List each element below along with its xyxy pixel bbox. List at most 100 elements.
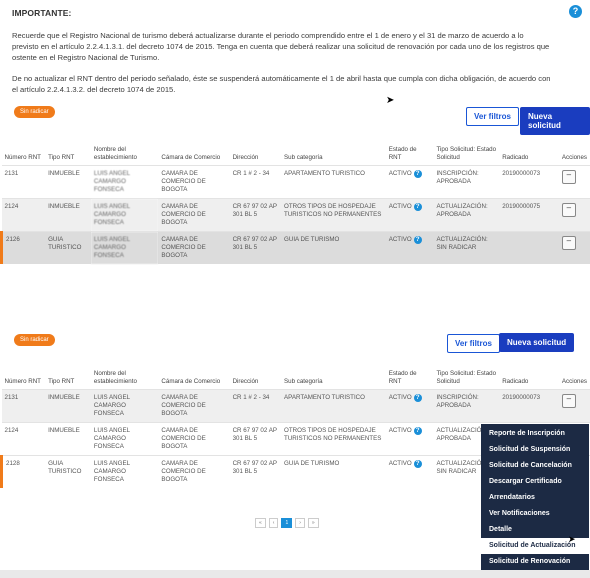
menu-item-arrendatarios[interactable]: Arrendatarios: [481, 490, 589, 506]
col-header: Número RNT: [4, 378, 41, 385]
cell-direccion: CR 67 97 02 AP 301 BL 5: [229, 198, 282, 232]
col-header: Estado de RNT: [388, 146, 417, 161]
cell-direccion: CR 1 # 2 - 34: [229, 389, 282, 423]
col-header: Cámara de Comercio: [161, 378, 221, 385]
notice-paragraph-2: De no actualizar el RNT dentro del perio…: [12, 74, 551, 94]
new-request-button[interactable]: Nueva solicitud: [520, 107, 590, 135]
cell-subcategoria: GUIA DE TURISMO: [281, 455, 386, 488]
cell-tipo: INMUEBLE: [45, 198, 91, 232]
info-icon[interactable]: ?: [413, 203, 422, 211]
last-page-button[interactable]: »: [307, 518, 319, 528]
cell-rnt: 2128: [0, 455, 46, 488]
cell-camara: CAMARA DE COMERCIO DE BOGOTA: [158, 231, 230, 264]
info-icon[interactable]: ?: [413, 236, 422, 244]
cell-tipo: INMUEBLE: [45, 165, 91, 199]
menu-item-ver-notificaciones[interactable]: Ver Notificaciones: [481, 506, 589, 522]
cell-radicado: 20190000073: [499, 389, 559, 423]
col-header: Radicado: [502, 154, 529, 161]
cell-subcategoria: OTROS TIPOS DE HOSPEDAJE TURISTICOS NO P…: [281, 422, 386, 456]
col-header: Sub categoría: [284, 154, 323, 161]
help-icon[interactable]: ?: [569, 5, 582, 18]
cell-tipo: GUIA TURISTICO: [45, 455, 91, 488]
cell-estado: ACTIVO?: [385, 231, 434, 264]
cell-radicado: 20190000073: [499, 165, 559, 199]
cell-camara: CAMARA DE COMERCIO DE BOGOTA: [158, 165, 230, 199]
cell-nombre: LUIS ANGEL CAMARGO FONSECA: [90, 389, 159, 423]
new-request-button[interactable]: Nueva solicitud: [499, 333, 575, 352]
mouse-pointer-icon: ➤: [568, 534, 576, 544]
info-icon[interactable]: ?: [413, 394, 422, 402]
col-header: Tipo RNT: [48, 154, 75, 161]
col-header: Estado de RNT: [388, 370, 417, 385]
next-page-button[interactable]: ›: [295, 518, 305, 528]
notice-paragraph-1: Recuerde que el Registro Nacional de tur…: [12, 31, 550, 62]
actions-button[interactable]: –: [561, 394, 576, 408]
col-header: Sub categoría: [284, 378, 323, 385]
actions-button[interactable]: –: [561, 203, 576, 217]
col-header: Radicado: [502, 378, 529, 385]
cell-nombre: LUIS ANGEL CAMARGO FONSECA: [90, 455, 159, 488]
cell-acciones: –: [558, 165, 590, 199]
filters-button[interactable]: Ver filtros: [447, 334, 500, 353]
col-header: Nombre del establecimiento: [93, 146, 137, 161]
status-badge[interactable]: Sin radicar: [14, 334, 55, 346]
cell-direccion: CR 67 97 02 AP 301 BL 5: [229, 231, 282, 264]
filters-button[interactable]: Ver filtros: [466, 107, 519, 126]
col-header: Número RNT: [4, 154, 41, 161]
menu-item-solicitud-renovacion[interactable]: Solicitud de Renovación: [481, 554, 589, 570]
first-page-button[interactable]: «: [255, 518, 266, 528]
cell-rnt: 2126: [0, 231, 46, 264]
cell-estado: ACTIVO?: [385, 455, 434, 488]
info-icon[interactable]: ?: [413, 170, 422, 178]
cell-tipo: INMUEBLE: [45, 389, 91, 423]
table-row: 2124 INMUEBLE LUIS ANGEL CAMARGO FONSECA…: [1, 198, 590, 232]
cell-camara: CAMARA DE COMERCIO DE BOGOTA: [158, 422, 230, 456]
cell-radicado: 20190000075: [499, 198, 559, 232]
cell-estado: ACTIVO?: [385, 389, 434, 423]
col-header: Acciones: [561, 154, 587, 161]
cell-solicitud: ACTUALIZACIÓN: APROBADA: [433, 198, 500, 232]
panel-separator: [0, 292, 590, 316]
status-badge[interactable]: Sin radicar: [14, 106, 55, 118]
table-row: 2126 GUIA TURISTICO LUIS ANGEL CAMARGO F…: [0, 231, 590, 264]
cell-estado: ACTIVO?: [385, 422, 434, 456]
col-header: Cámara de Comercio: [161, 154, 221, 161]
actions-button[interactable]: –: [561, 236, 576, 250]
cell-camara: CAMARA DE COMERCIO DE BOGOTA: [158, 455, 230, 488]
col-header: Acciones: [561, 378, 587, 385]
footer-strip: [0, 570, 590, 578]
info-icon[interactable]: ?: [413, 427, 422, 435]
col-header: Dirección: [232, 378, 259, 385]
cell-subcategoria: OTROS TIPOS DE HOSPEDAJE TURISTICOS NO P…: [281, 198, 386, 232]
cell-subcategoria: GUIA DE TURISMO: [281, 231, 386, 264]
cell-subcategoria: APARTAMENTO TURISTICO: [281, 165, 386, 199]
col-header: Tipo Solicitud: Estado Solicitud: [436, 146, 497, 161]
rnt-table-top: Número RNT Tipo RNT Nombre del estableci…: [0, 144, 590, 264]
cell-tipo: GUIA TURISTICO: [45, 231, 91, 264]
cell-rnt: 2124: [1, 198, 46, 232]
cell-direccion: CR 67 97 02 AP 301 BL 5: [229, 422, 282, 456]
cell-nombre: LUIS ANGEL CAMARGO FONSECA: [90, 198, 159, 232]
prev-page-button[interactable]: ‹: [268, 518, 279, 528]
cell-nombre: LUIS ANGEL CAMARGO FONSECA: [90, 422, 159, 456]
menu-item-solicitud-cancelacion[interactable]: Solicitud de Cancelación: [481, 458, 589, 474]
cell-estado: ACTIVO?: [385, 198, 434, 232]
cell-solicitud: INSCRIPCIÓN: APROBADA: [433, 165, 500, 199]
info-icon[interactable]: ?: [413, 460, 422, 468]
page-1-button[interactable]: 1: [281, 518, 293, 528]
cell-rnt: 2131: [1, 165, 46, 199]
cell-tipo: INMUEBLE: [45, 422, 91, 456]
menu-item-descargar-certificado[interactable]: Descargar Certificado: [481, 474, 589, 490]
menu-item-solicitud-suspension[interactable]: Solicitud de Suspensión: [481, 442, 589, 458]
notice-title: IMPORTANTE:: [12, 8, 72, 18]
cell-acciones: –: [558, 198, 590, 232]
cell-solicitud: ACTUALIZACIÓN: SIN RADICAR: [433, 231, 500, 264]
actions-button[interactable]: –: [561, 170, 576, 184]
col-header: Dirección: [232, 154, 259, 161]
cell-camara: CAMARA DE COMERCIO DE BOGOTA: [158, 198, 230, 232]
col-header: Tipo RNT: [48, 378, 75, 385]
cell-direccion: CR 1 # 2 - 34: [229, 165, 282, 199]
cell-rnt: 2124: [1, 422, 46, 456]
menu-item-reporte-inscripcion[interactable]: Reporte de Inscripción: [481, 426, 589, 442]
cell-direccion: CR 67 97 02 AP 301 BL 5: [229, 455, 282, 488]
